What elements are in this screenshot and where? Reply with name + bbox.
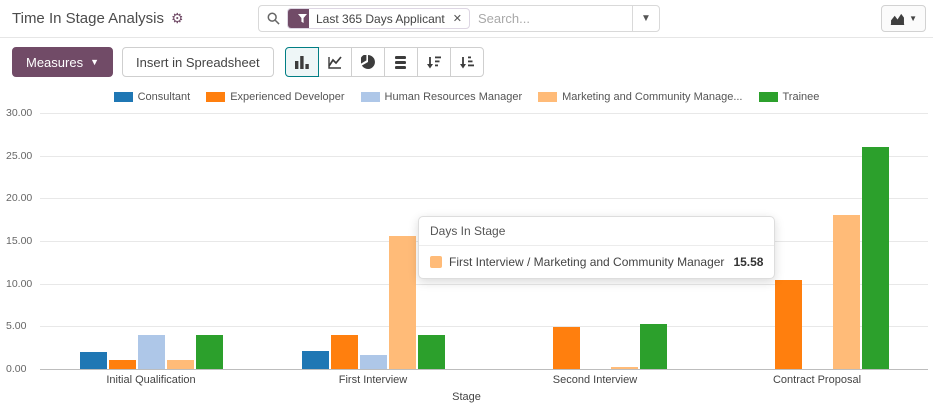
legend-label: Human Resources Manager	[385, 91, 523, 103]
tooltip-title: Days In Stage	[419, 217, 774, 246]
y-tick-label: 0.00	[6, 363, 26, 375]
toolbar: Measures ▼ Insert in Spreadsheet	[0, 38, 933, 86]
y-tick-label: 15.00	[6, 235, 32, 247]
legend-item[interactable]: Marketing and Community Manage...	[538, 91, 742, 103]
search-facet: Last 365 Days Applicant ✕	[287, 8, 470, 29]
facet-label: Last 365 Days Applicant	[309, 12, 452, 26]
header-bar: Time In Stage Analysis ⚙ Last 365 Days A…	[0, 0, 933, 38]
chevron-down-icon: ▼	[90, 57, 99, 67]
measures-label: Measures	[26, 55, 83, 70]
page-title: Time In Stage Analysis	[12, 10, 164, 27]
insert-in-spreadsheet-button[interactable]: Insert in Spreadsheet	[122, 47, 274, 77]
legend-label: Marketing and Community Manage...	[562, 91, 742, 103]
insert-label: Insert in Spreadsheet	[136, 55, 260, 70]
chart-tooltip: Days In Stage First Interview / Marketin…	[418, 216, 775, 279]
tooltip-swatch	[430, 256, 442, 268]
x-tick-label: Second Interview	[484, 374, 706, 386]
y-tick-label: 5.00	[6, 320, 26, 332]
pie-chart-button[interactable]	[351, 47, 385, 77]
bar[interactable]	[553, 327, 580, 369]
chart-legend: Consultant Experienced Developer Human Res…	[0, 90, 933, 104]
search-box[interactable]: Last 365 Days Applicant ✕ ▼	[258, 5, 660, 32]
legend-swatch	[759, 92, 778, 102]
legend-label: Trainee	[783, 91, 820, 103]
legend-swatch	[361, 92, 380, 102]
bar[interactable]	[389, 236, 416, 369]
sort-ascending-button[interactable]	[450, 47, 484, 77]
legend-item[interactable]: Experienced Developer	[206, 91, 344, 103]
line-chart-button[interactable]	[318, 47, 352, 77]
bar[interactable]	[418, 335, 445, 369]
legend-item[interactable]: Trainee	[759, 91, 820, 103]
legend-swatch	[206, 92, 225, 102]
stacked-icon	[394, 56, 407, 69]
legend-label: Consultant	[138, 91, 191, 103]
sort-ascending-icon	[460, 56, 474, 69]
gear-icon[interactable]: ⚙	[171, 10, 184, 27]
legend-swatch	[538, 92, 557, 102]
legend-swatch	[114, 92, 133, 102]
filter-icon	[288, 8, 309, 29]
pie-chart-icon	[361, 55, 375, 69]
y-tick-label: 10.00	[6, 278, 32, 290]
view-switcher-button[interactable]: ▼	[881, 5, 926, 32]
stacked-button[interactable]	[384, 47, 418, 77]
tooltip-label: First Interview / Marketing and Communit…	[449, 255, 724, 269]
bar-chart-icon	[295, 56, 309, 69]
search-icon	[267, 12, 280, 25]
sort-descending-icon	[427, 56, 441, 69]
bar[interactable]	[196, 335, 223, 369]
y-tick-label: 20.00	[6, 192, 32, 204]
x-tick-label: First Interview	[262, 374, 484, 386]
y-axis: 30.0025.0020.0015.0010.005.000.00	[4, 113, 40, 369]
legend-item[interactable]: Human Resources Manager	[361, 91, 523, 103]
legend-item[interactable]: Consultant	[114, 91, 191, 103]
chart-type-button-group	[285, 47, 484, 77]
bar[interactable]	[80, 352, 107, 369]
bar[interactable]	[167, 360, 194, 369]
search-input[interactable]	[478, 11, 632, 26]
tooltip-value: 15.58	[733, 255, 763, 269]
search-dropdown-toggle[interactable]: ▼	[632, 6, 659, 31]
chevron-down-icon: ▼	[641, 13, 651, 24]
grid-line	[40, 369, 928, 370]
sort-descending-button[interactable]	[417, 47, 451, 77]
bar[interactable]	[302, 351, 329, 369]
bar[interactable]	[360, 355, 387, 370]
y-tick-label: 25.00	[6, 150, 32, 162]
bar[interactable]	[138, 335, 165, 369]
line-chart-icon	[328, 56, 342, 69]
chevron-down-icon: ▼	[909, 14, 917, 23]
legend-label: Experienced Developer	[230, 91, 344, 103]
y-tick-label: 30.00	[6, 107, 32, 119]
bar[interactable]	[611, 367, 638, 369]
facet-close-icon[interactable]: ✕	[452, 12, 469, 25]
x-axis-title: Stage	[0, 391, 933, 403]
bar[interactable]	[109, 360, 136, 369]
x-tick-label: Contract Proposal	[706, 374, 928, 386]
bar-chart-button[interactable]	[285, 47, 319, 77]
measures-button[interactable]: Measures ▼	[12, 47, 113, 77]
bar-group	[40, 113, 262, 369]
x-axis-labels: Initial QualificationFirst InterviewSeco…	[40, 369, 928, 386]
tooltip-row: First Interview / Marketing and Communit…	[419, 246, 774, 278]
bar[interactable]	[775, 280, 802, 369]
x-tick-label: Initial Qualification	[40, 374, 262, 386]
area-chart-icon	[890, 13, 905, 25]
bar[interactable]	[331, 335, 358, 369]
bar[interactable]	[833, 215, 860, 369]
bar[interactable]	[862, 147, 889, 369]
bar[interactable]	[640, 324, 667, 369]
